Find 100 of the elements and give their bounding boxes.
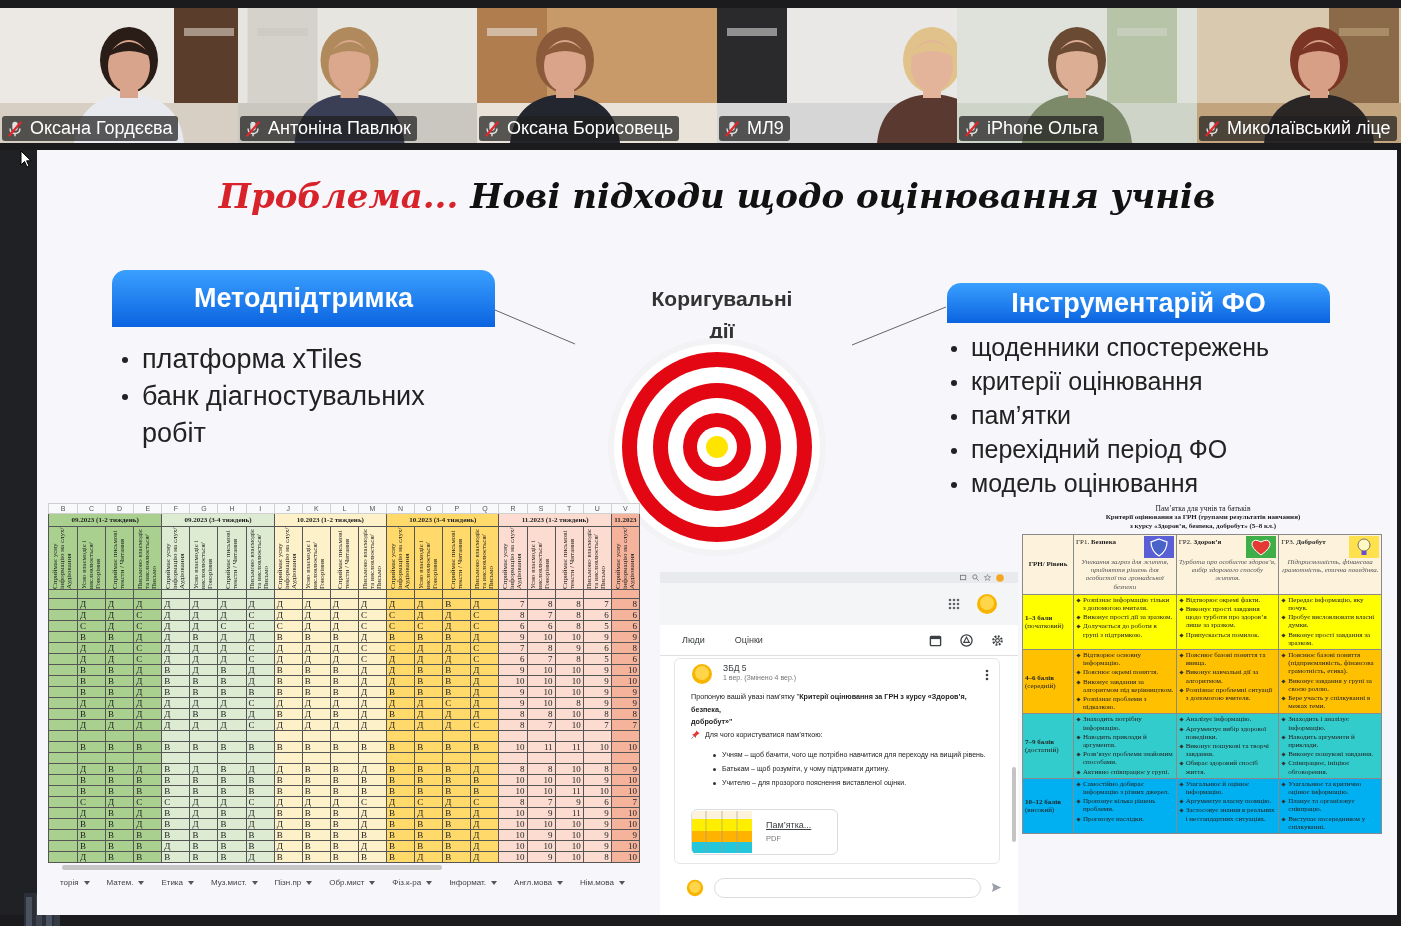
table-cell: В (189, 708, 218, 720)
sheet-tab[interactable]: Англ.мова (514, 878, 563, 887)
screen-icon[interactable] (960, 574, 967, 581)
table-cell: 10 (555, 829, 584, 841)
table-cell: 9 (555, 796, 584, 808)
caret-icon[interactable] (251, 880, 258, 885)
table-cell: 10 (527, 697, 556, 709)
table-cell (48, 686, 78, 698)
table-cell: 8 (611, 708, 640, 720)
table-cell: Д (414, 708, 443, 720)
star-icon[interactable] (984, 574, 991, 581)
table-cell: В (386, 686, 415, 698)
sheet-tab[interactable]: Інформат. (449, 878, 498, 887)
caret-icon[interactable] (138, 880, 145, 885)
table-cell: Д (358, 763, 387, 775)
table-cell: В (358, 785, 387, 797)
title-accent: Проблема... (218, 176, 459, 216)
table-cell: 10 (611, 840, 640, 852)
sheet-tab[interactable]: Пізн.пр (274, 878, 313, 887)
sheet-tab[interactable]: Обр.мист (329, 878, 376, 887)
table-cell: Д (77, 697, 106, 709)
classroom-tab[interactable]: Люди (682, 635, 705, 645)
sheet-tab[interactable]: Муз.мист. (210, 878, 258, 887)
bullet-icon (951, 448, 957, 454)
table-cell: С (442, 697, 471, 709)
post-author: ЗБД 5 (723, 663, 748, 673)
table-cell: В (105, 818, 134, 830)
caret-icon[interactable] (187, 880, 194, 885)
table-cell: 7 (527, 719, 556, 731)
sheet-tab[interactable]: Матем. (106, 878, 145, 887)
classroom-tab[interactable]: Оцінки (734, 635, 763, 645)
table-cell: 10 (555, 818, 584, 830)
table-cell: В (330, 774, 359, 786)
caret-icon[interactable] (83, 880, 90, 885)
table-cell: В (386, 807, 415, 819)
caret-icon[interactable] (306, 880, 313, 885)
table-cell: В (77, 631, 106, 643)
table-cell: В (161, 785, 190, 797)
table-cell: С (246, 620, 275, 632)
sheet-tab[interactable]: Нім.мова (580, 878, 625, 887)
table-cell (48, 664, 78, 676)
caret-icon[interactable] (369, 880, 376, 885)
caret-icon[interactable] (618, 880, 625, 885)
caret-icon[interactable] (491, 880, 498, 885)
table-cell: В (470, 785, 499, 797)
table-cell (48, 609, 78, 621)
table-cell: Д (302, 708, 331, 720)
table-cell: Д (358, 719, 387, 731)
table-cell: В (133, 840, 162, 852)
sheet-tab[interactable]: Фіз.к-ра (392, 878, 433, 887)
table-cell: С (133, 642, 162, 654)
table-cell: Д (161, 620, 190, 632)
table-cell: С (133, 620, 162, 632)
table-cell: В (217, 664, 247, 676)
bullet-icon (1281, 679, 1286, 684)
table-cell: 9 (583, 664, 612, 676)
table-cell: Д (358, 598, 387, 610)
table-cell: 10 (611, 818, 640, 830)
table-cell: 7 (498, 598, 527, 610)
search-icon[interactable] (972, 574, 979, 581)
more-icon[interactable] (985, 669, 989, 681)
table-cell: В (274, 741, 303, 753)
table-cell (189, 752, 218, 764)
bullet-icon (951, 380, 957, 386)
send-icon[interactable] (991, 882, 1002, 893)
attachment-link[interactable]: Пам’ятка... (766, 820, 812, 830)
apps-grid-icon[interactable] (948, 598, 960, 610)
sheet-tab[interactable]: Етика (161, 878, 194, 887)
bullet-icon (1076, 615, 1081, 620)
table-cell: В (77, 664, 106, 676)
calendar-icon[interactable] (929, 633, 942, 647)
table-cell: Д (217, 642, 247, 654)
caret-icon[interactable] (426, 880, 433, 885)
bullet-icon (713, 781, 716, 785)
table-cell (470, 730, 499, 742)
bullet-icon (1281, 761, 1286, 767)
table-cell: 5 (583, 620, 612, 632)
table-cell: В (358, 851, 387, 863)
table-cell: 8 (555, 598, 584, 610)
table-cell: 6 (583, 642, 612, 654)
table-cell: Д (358, 807, 387, 819)
table-cell: В (414, 818, 443, 830)
table-cell: В (442, 785, 471, 797)
settings-icon[interactable] (991, 633, 1004, 647)
table-cell: В (161, 851, 190, 863)
caret-icon[interactable] (557, 880, 563, 885)
table-cell: В (442, 851, 471, 863)
table-cell (48, 598, 78, 610)
table-cell: 9 (611, 829, 640, 841)
table-cell: 9 (498, 631, 527, 643)
table-cell: В (133, 785, 162, 797)
drive-icon[interactable] (960, 633, 973, 647)
table-cell: В (330, 741, 359, 753)
sheet-tab[interactable]: торія (60, 878, 90, 887)
table-cell: 10 (498, 675, 527, 687)
bullet-icon (1179, 688, 1184, 693)
table-cell: 9 (611, 631, 640, 643)
table-cell: 6 (583, 796, 612, 808)
table-cell: В (330, 708, 359, 720)
participant-name: Миколаївський ліце (1227, 118, 1391, 139)
